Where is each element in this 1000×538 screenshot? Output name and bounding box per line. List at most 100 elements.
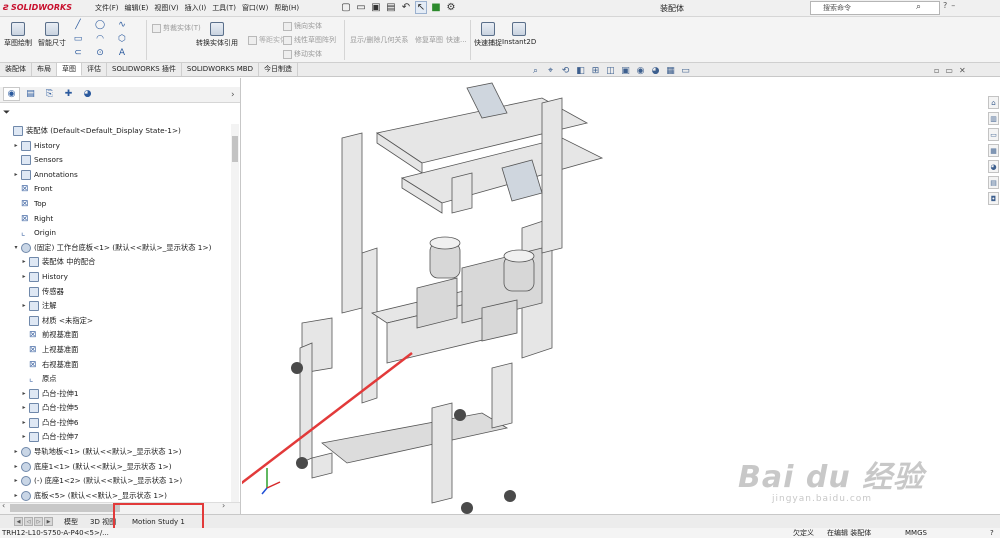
expand-icon[interactable]: ▸ — [20, 299, 28, 314]
menu-window[interactable]: 窗口(W) — [242, 3, 268, 13]
minimize-icon[interactable]: – — [951, 1, 955, 10]
tree-row[interactable]: 装配体 (Default<Default_Display State-1>) — [0, 124, 230, 139]
tree-row[interactable]: ▸ 导轨地板<1> (默认<<默认>_显示状态 1>) — [0, 445, 230, 460]
tree-row[interactable]: ⊠ 前视基准面 — [0, 328, 230, 343]
tab-addins[interactable]: SOLIDWORKS 插件 — [107, 63, 182, 76]
tree-row[interactable]: Sensors — [0, 153, 230, 168]
collapse-icon[interactable]: ▾ — [12, 241, 20, 256]
menu-help[interactable]: 帮助(H) — [274, 3, 299, 13]
expand-icon[interactable]: ▸ — [20, 401, 28, 416]
dimxpert-tab-icon[interactable]: ✚ — [60, 87, 77, 101]
circle-icon[interactable]: ◯ — [94, 20, 106, 30]
tree-row[interactable]: ⊠ Front — [0, 182, 230, 197]
undo-icon[interactable]: ↶ — [400, 1, 412, 14]
appearances-icon[interactable]: ◕ — [988, 160, 999, 173]
search-icon[interactable]: ⌕ — [916, 2, 921, 12]
expand-icon[interactable]: ▸ — [20, 387, 28, 402]
line-icon[interactable]: ╱ — [72, 20, 84, 30]
expand-icon[interactable]: ▸ — [12, 460, 20, 475]
tree-row[interactable]: ▸ 凸台-拉伸5 — [0, 401, 230, 416]
tree-row[interactable]: ⊠ Right — [0, 212, 230, 227]
mirror-entities-button[interactable]: 镜向实体 — [283, 21, 322, 31]
tab-mbd[interactable]: SOLIDWORKS MBD — [182, 63, 259, 76]
graphics-area[interactable] — [242, 78, 988, 514]
tree-row[interactable]: ▸ 凸台-拉伸6 — [0, 416, 230, 431]
resources-icon[interactable]: ⌂ — [988, 96, 999, 109]
new-icon[interactable]: ▢ — [340, 1, 352, 14]
section-view-icon[interactable]: ◧ — [575, 65, 586, 76]
instant2d-button[interactable]: Instant2D — [502, 22, 536, 46]
tree-row[interactable]: ▸ History — [0, 139, 230, 154]
arc-icon[interactable]: ◠ — [94, 34, 106, 44]
menu-view[interactable]: 视图(V) — [154, 3, 178, 13]
convert-entities-button[interactable]: 转换实体引用 — [196, 22, 238, 48]
appearance-icon[interactable]: ◕ — [650, 65, 661, 76]
expand-icon[interactable]: ▸ — [20, 430, 28, 445]
zoom-to-fit-icon[interactable]: ⌕ — [530, 65, 541, 76]
smart-dimension-button[interactable]: 智能尺寸 — [38, 22, 66, 48]
display-relations-button[interactable]: 显示/删除几何关系 — [350, 35, 408, 45]
menu-tools[interactable]: 工具(T) — [212, 3, 236, 13]
expand-icon[interactable]: ▸ — [12, 168, 20, 183]
tile-icon[interactable]: ▭ — [945, 66, 953, 75]
tree-row[interactable]: ▸ 凸台-拉伸7 — [0, 430, 230, 445]
help-icon[interactable]: ? — [990, 528, 994, 538]
linear-pattern-button[interactable]: 线性草图阵列 — [283, 35, 336, 45]
tree-row[interactable]: ⌞ 原点 — [0, 372, 230, 387]
scene-icon[interactable]: ▦ — [665, 65, 676, 76]
rectangle-icon[interactable]: ▭ — [72, 34, 84, 44]
select-icon[interactable]: ↖ — [415, 1, 427, 14]
next-tab-icon[interactable]: ▷ — [34, 517, 43, 526]
spline-icon[interactable]: ∿ — [116, 20, 128, 30]
quick-snaps-button[interactable]: 快速捕捉 — [474, 22, 502, 48]
filter-icon[interactable]: ⏷ — [3, 108, 10, 118]
file-explorer-icon[interactable]: ▭ — [988, 128, 999, 141]
view-palette-icon[interactable]: ▦ — [988, 144, 999, 157]
display-style-icon[interactable]: ▣ — [620, 65, 631, 76]
tab-assembly[interactable]: 装配体 — [0, 63, 32, 76]
tree-row[interactable]: 材质 <未指定> — [0, 314, 230, 329]
expand-icon[interactable]: ▸ — [20, 255, 28, 270]
view-orientation-icon[interactable]: ◫ — [605, 65, 616, 76]
tab-sketch[interactable]: 草图 — [57, 63, 82, 76]
expand-icon[interactable]: ▸ — [20, 416, 28, 431]
scroll-right-icon[interactable]: › — [222, 501, 225, 510]
rebuild-icon[interactable]: ■ — [430, 1, 442, 14]
sketch-button[interactable]: 草图绘制 — [4, 22, 32, 48]
last-tab-icon[interactable]: ▶ — [44, 517, 53, 526]
scroll-left-icon[interactable]: ‹ — [2, 501, 5, 510]
tab-manufacturing[interactable]: 今日制造 — [259, 63, 298, 76]
tree-row[interactable]: ▸ (-) 底座1<2> (默认<<默认>_显示状态 1>) — [0, 474, 230, 489]
expand-icon[interactable]: ▸ — [20, 270, 28, 285]
restore-icon[interactable]: ▫ — [934, 66, 939, 75]
tree-row[interactable]: ⊠ 上视基准面 — [0, 343, 230, 358]
tree-row[interactable]: ▸ History — [0, 270, 230, 285]
tree-row[interactable]: ⊠ Top — [0, 197, 230, 212]
tab-evaluate[interactable]: 评估 — [82, 63, 107, 76]
options-icon[interactable]: ⚙ — [445, 1, 457, 14]
tree-row[interactable]: ▸ 底座1<1> (默认<<默认>_显示状态 1>) — [0, 460, 230, 475]
tree-row[interactable]: ▸ 装配体 中的配合 — [0, 255, 230, 270]
quick-snaps-small-button[interactable]: 快速... — [446, 35, 467, 45]
zoom-area-icon[interactable]: ⌖ — [545, 65, 556, 76]
expand-icon[interactable]: ▸ — [12, 474, 20, 489]
feature-manager-tab-icon[interactable]: ◉ — [3, 87, 20, 101]
menu-edit[interactable]: 编辑(E) — [125, 3, 149, 13]
trim-entities-button[interactable]: 剪裁实体(T) — [152, 23, 201, 33]
offset-entities-button[interactable]: 等距实体 — [248, 35, 287, 45]
save-icon[interactable]: ▣ — [370, 1, 382, 14]
open-icon[interactable]: ▭ — [355, 1, 367, 14]
chevron-right-icon[interactable]: › — [231, 90, 235, 100]
display-manager-tab-icon[interactable]: ◕ — [79, 87, 96, 101]
assembly-model[interactable] — [242, 78, 988, 514]
tree-row[interactable]: ⊠ 右视基准面 — [0, 358, 230, 373]
expand-icon[interactable]: ▸ — [12, 139, 20, 154]
previous-view-icon[interactable]: ⟲ — [560, 65, 571, 76]
dynamic-annotation-icon[interactable]: ⊞ — [590, 65, 601, 76]
slot-icon[interactable]: ⊂ — [72, 48, 84, 58]
vertical-scrollbar[interactable] — [231, 124, 239, 502]
move-entities-button[interactable]: 移动实体 — [283, 49, 322, 59]
configuration-manager-tab-icon[interactable]: ⎘ — [41, 87, 58, 101]
repair-sketch-button[interactable]: 修复草图 — [415, 35, 443, 45]
hide-show-icon[interactable]: ◉ — [635, 65, 646, 76]
